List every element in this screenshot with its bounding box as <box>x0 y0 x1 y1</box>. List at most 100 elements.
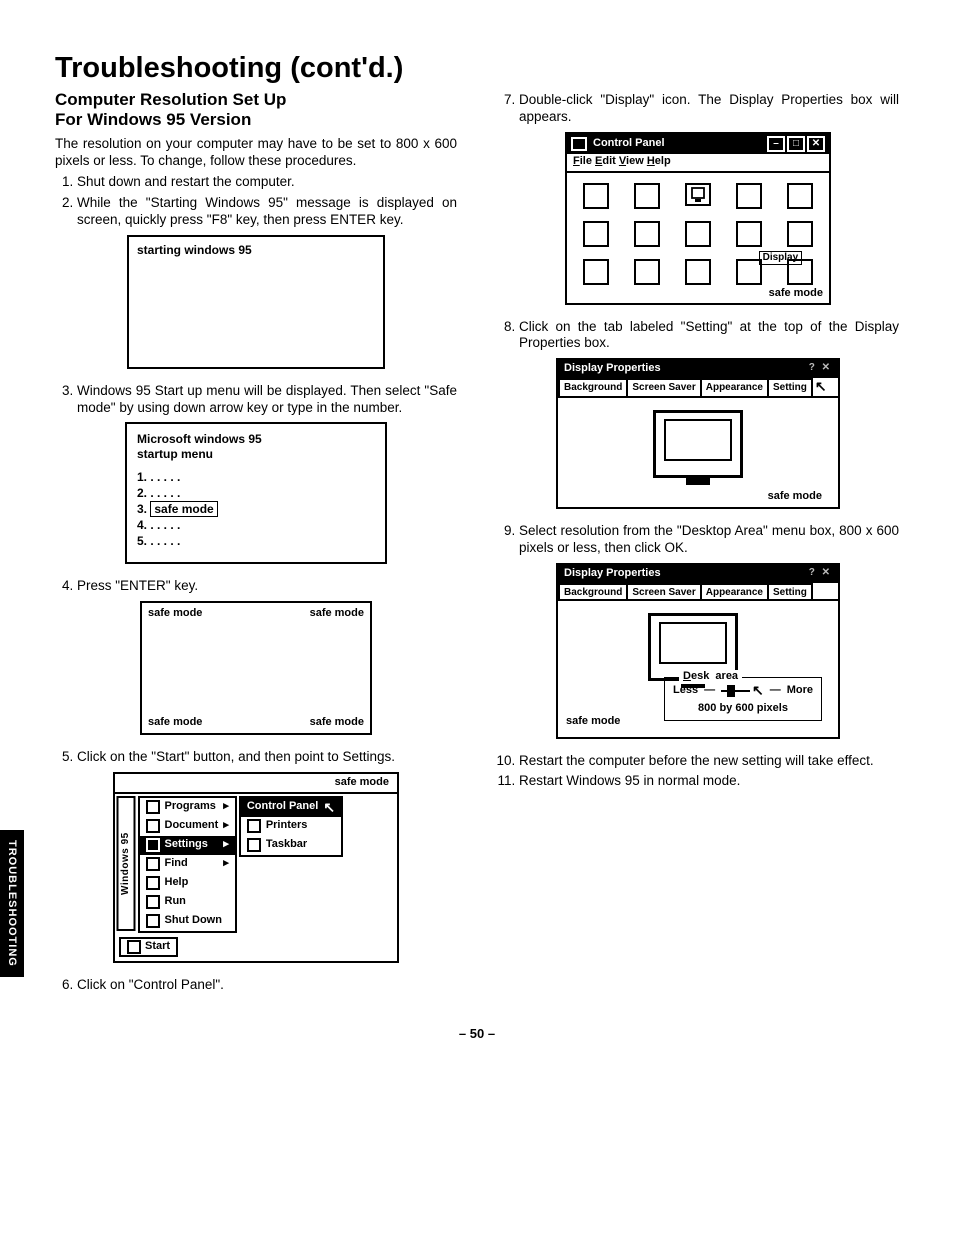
square-icon <box>146 838 160 852</box>
settings-submenu: Control Panel ↖ Printers Taskbar <box>239 796 343 857</box>
slider-knob[interactable] <box>727 685 735 697</box>
generic-icon[interactable] <box>583 221 609 247</box>
run-label: Run <box>165 895 186 909</box>
heading-line2: For Windows 95 Version <box>55 110 251 129</box>
generic-icon[interactable] <box>634 221 660 247</box>
step-3: Windows 95 Start up menu will be display… <box>77 383 457 417</box>
start-menu-status: safe mode <box>115 774 397 794</box>
cp-status: safe mode <box>567 287 829 303</box>
start-button[interactable]: Start <box>119 937 178 957</box>
figure-safe-mode-screen: safe mode safe mode safe mode safe mode <box>140 601 372 735</box>
square-icon <box>146 857 160 871</box>
menu-item-programs[interactable]: Programs <box>140 798 235 817</box>
startup-opt-5: 5. . . . . . <box>137 534 375 549</box>
cursor-icon: ↖ <box>323 803 335 811</box>
safe-mode-br: safe mode <box>310 716 364 730</box>
dp-window-buttons-2[interactable]: ? ✕ <box>809 567 832 581</box>
cp-menubar: File Edit View Help <box>567 154 829 173</box>
safe-mode-tl: safe mode <box>148 607 202 621</box>
figure-startup-menu: Microsoft windows 95 startup menu 1. . .… <box>125 422 387 564</box>
figure-display-properties-1: Display Properties ? ✕ Background Screen… <box>556 358 840 509</box>
generic-icon[interactable] <box>583 259 609 285</box>
windows-logo-icon <box>127 940 141 954</box>
menu-view[interactable]: View <box>619 155 644 167</box>
heading-line1: Computer Resolution Set Up <box>55 90 286 109</box>
minimize-icon[interactable]: – <box>767 136 785 152</box>
startup-opt-4: 4. . . . . . <box>137 518 375 533</box>
menu-item-help[interactable]: Help <box>140 874 235 893</box>
step-11: Restart Windows 95 in normal mode. <box>519 773 899 790</box>
tab-screen-saver-2[interactable]: Screen Saver <box>626 583 701 600</box>
generic-icon[interactable] <box>787 221 813 247</box>
startup-opt-3: 3. safe mode <box>137 502 375 517</box>
square-icon <box>146 895 160 909</box>
dp-title: Display Properties <box>564 362 661 376</box>
programs-label: Programs <box>165 800 216 814</box>
desktop-area-box: Desk area Less — ↖ — More 800 by 600 pix… <box>664 677 822 720</box>
starting-windows-text: starting windows 95 <box>137 243 252 257</box>
submenu-taskbar[interactable]: Taskbar <box>241 836 341 855</box>
menu-edit[interactable]: Edit <box>595 155 616 167</box>
tab-appearance-2[interactable]: Appearance <box>700 583 769 600</box>
figure-control-panel: Control Panel – □ ✕ File Edit View Help <box>565 132 831 305</box>
square-icon <box>146 800 160 814</box>
display-label: Display <box>759 251 803 266</box>
cursor-icon: ↖ <box>752 682 764 700</box>
page-number: – 50 – <box>55 1026 899 1042</box>
startup-menu-title1: Microsoft windows 95 <box>137 432 262 446</box>
generic-icon[interactable] <box>685 221 711 247</box>
generic-icon[interactable] <box>685 259 711 285</box>
startup-opt-1: 1. . . . . . <box>137 470 375 485</box>
less-label: Less <box>673 684 698 698</box>
startup-opt-3-num: 3. <box>137 502 147 516</box>
dp-tabs: Background Screen Saver Appearance Setti… <box>558 378 838 398</box>
square-icon <box>146 876 160 890</box>
control-panel-label: Control Panel <box>247 800 319 814</box>
menu-help[interactable]: Help <box>647 155 671 167</box>
right-column: Double-click "Display" icon. The Display… <box>497 90 899 998</box>
generic-icon[interactable] <box>634 183 660 209</box>
submenu-printers[interactable]: Printers <box>241 817 341 836</box>
monitor-icon <box>689 186 707 204</box>
menu-item-settings[interactable]: Settings <box>140 836 235 855</box>
more-label: More <box>787 684 813 698</box>
menu-file[interactable]: File <box>573 155 592 167</box>
submenu-control-panel[interactable]: Control Panel ↖ <box>241 798 341 817</box>
square-icon <box>247 838 261 852</box>
side-tab-troubleshooting: TROUBLESHOOTING <box>0 830 24 977</box>
window-icon <box>571 137 587 151</box>
generic-icon[interactable] <box>787 183 813 209</box>
menu-item-run[interactable]: Run <box>140 893 235 912</box>
step-10: Restart the computer before the new sett… <box>519 753 899 770</box>
step-4: Press "ENTER" key. <box>77 578 457 595</box>
tab-setting[interactable]: Setting <box>767 378 813 396</box>
generic-icon[interactable] <box>583 183 609 209</box>
tab-setting-2[interactable]: Setting <box>767 583 813 600</box>
menu-item-shutdown[interactable]: Shut Down <box>140 912 235 931</box>
square-icon <box>146 914 160 928</box>
generic-icon[interactable] <box>736 183 762 209</box>
cp-title: Control Panel <box>593 137 665 151</box>
tab-background[interactable]: Background <box>558 378 628 396</box>
generic-icon[interactable] <box>634 259 660 285</box>
tab-background-2[interactable]: Background <box>558 583 628 600</box>
tab-appearance[interactable]: Appearance <box>700 378 769 396</box>
page-title: Troubleshooting (cont'd.) <box>55 50 899 86</box>
step-7: Double-click "Display" icon. The Display… <box>519 92 899 126</box>
display-icon[interactable] <box>685 183 711 209</box>
resolution-slider[interactable]: Less — ↖ — More <box>673 682 813 700</box>
step-6: Click on "Control Panel". <box>77 977 457 994</box>
tab-screen-saver[interactable]: Screen Saver <box>626 378 701 396</box>
startup-opt-safe-mode: safe mode <box>150 501 217 517</box>
step-1: Shut down and restart the computer. <box>77 174 457 191</box>
dp-window-buttons[interactable]: ? ✕ <box>809 362 832 376</box>
start-label: Start <box>145 940 170 954</box>
generic-icon[interactable] <box>736 221 762 247</box>
section-heading: Computer Resolution Set Up For Windows 9… <box>55 90 457 130</box>
menu-item-find[interactable]: Find <box>140 855 235 874</box>
menu-item-document[interactable]: Document <box>140 817 235 836</box>
windows-95-bar: Windows 95 <box>117 796 136 931</box>
maximize-icon[interactable]: □ <box>787 136 805 152</box>
close-icon[interactable]: ✕ <box>807 136 825 152</box>
settings-label: Settings <box>165 838 208 852</box>
